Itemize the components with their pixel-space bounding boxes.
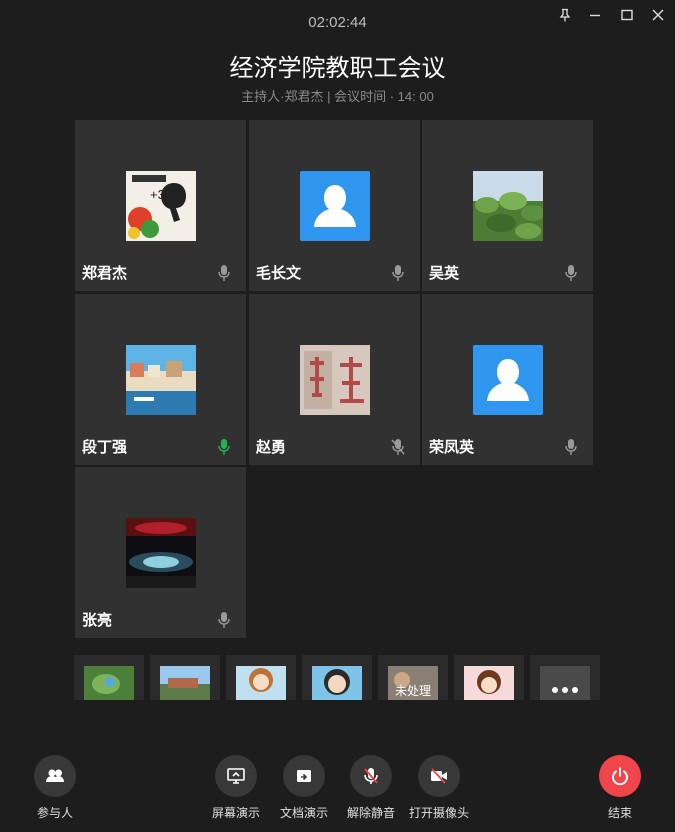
participant-tile[interactable]: 张亮 (75, 467, 246, 638)
thumbnail-image (84, 666, 134, 700)
participant-tile[interactable]: 毛长文 (249, 120, 420, 291)
minimize-icon (590, 14, 600, 17)
thumbnail-label: 未处理 (394, 684, 431, 698)
participants-button[interactable]: 参与人 (15, 755, 95, 821)
thumbnail-image (160, 666, 210, 700)
thumbnail-item[interactable] (454, 655, 524, 700)
participant-tile[interactable]: 赵勇 (249, 294, 420, 465)
avatar: +3 (126, 171, 196, 241)
thumbnail-image (236, 666, 286, 700)
thumbnail-item[interactable] (150, 655, 220, 700)
control-bar: 参与人 屏幕演示 文档演示 解除静音 打开摄像头 结束 (0, 755, 675, 825)
participant-name: 赵勇 (256, 439, 287, 456)
svg-text:+3: +3 (150, 187, 165, 202)
avatar (473, 171, 543, 241)
power-icon (612, 767, 628, 786)
participant-thumbnail-strip[interactable]: 未处理 (74, 655, 614, 700)
camera-off-icon (431, 768, 447, 784)
minimize-button[interactable] (582, 4, 608, 26)
title-bar: 02:02:44 (0, 0, 675, 44)
thumbnail-item[interactable] (530, 655, 600, 700)
meeting-subtitle: 主持人·郑君杰 | 会议时间 · 14: 00 (241, 89, 434, 104)
participant-name: 郑君杰 (82, 265, 128, 282)
microphone-muted-icon (364, 768, 378, 784)
close-button[interactable] (645, 4, 671, 26)
microphone-icon (218, 612, 230, 628)
pin-icon (559, 8, 571, 22)
participant-name: 张亮 (82, 612, 113, 629)
pin-button[interactable] (552, 4, 578, 26)
maximize-icon (621, 9, 633, 21)
participants-label: 参与人 (36, 806, 73, 820)
thumbnail-item[interactable] (74, 655, 144, 700)
maximize-button[interactable] (614, 4, 640, 26)
people-icon (46, 769, 64, 782)
camera-label: 打开摄像头 (408, 806, 469, 820)
thumbnail-image (540, 666, 590, 700)
thumbnail-image (312, 666, 362, 700)
participant-name: 吴英 (429, 265, 460, 282)
microphone-icon (392, 265, 404, 281)
thumbnail-item[interactable] (226, 655, 296, 700)
document-share-icon (297, 770, 311, 782)
screen-share-icon (227, 768, 245, 784)
thumbnail-item[interactable] (302, 655, 372, 700)
camera-button[interactable]: 打开摄像头 (399, 755, 479, 821)
microphone-icon (565, 439, 577, 455)
participant-tile[interactable]: 荣凤英 (422, 294, 593, 465)
thumbnail-image (464, 666, 514, 700)
end-meeting-label: 结束 (607, 806, 632, 820)
microphone-icon (218, 265, 230, 281)
avatar (126, 345, 196, 415)
meeting-title: 经济学院教职工会议 (229, 55, 446, 82)
microphone-icon (565, 265, 577, 281)
avatar (300, 345, 370, 415)
microphone-muted-icon (391, 439, 405, 455)
participant-name: 荣凤英 (429, 439, 475, 456)
default-user-avatar (300, 171, 370, 241)
participant-tile[interactable]: +3 郑君杰 (75, 120, 246, 291)
default-user-avatar (473, 345, 543, 415)
participant-name: 段丁强 (82, 439, 128, 456)
close-icon (652, 9, 664, 21)
participant-tile[interactable]: 段丁强 (75, 294, 246, 465)
microphone-speaking-icon (218, 439, 230, 455)
participant-tile[interactable]: 吴英 (422, 120, 593, 291)
participant-name: 毛长文 (256, 265, 302, 282)
thumbnail-item[interactable]: 未处理 (378, 655, 448, 700)
avatar (126, 518, 196, 588)
end-meeting-button[interactable]: 结束 (580, 755, 660, 821)
